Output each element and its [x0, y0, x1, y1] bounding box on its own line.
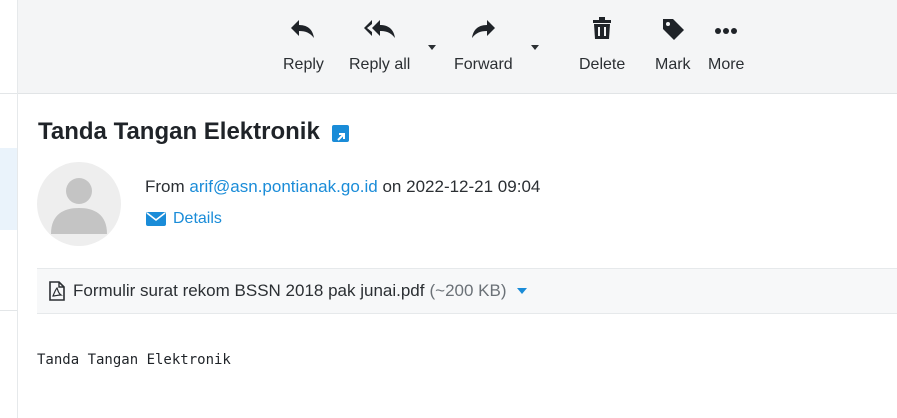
divider	[0, 310, 18, 311]
user-silhouette-icon	[51, 178, 107, 234]
folder-list-edge	[0, 0, 18, 418]
attachment-bar: Formulir surat rekom BSSN 2018 pak junai…	[37, 268, 897, 314]
attachment-filename-link[interactable]: Formulir surat rekom BSSN 2018 pak junai…	[73, 281, 425, 301]
details-toggle[interactable]: Details	[145, 210, 222, 228]
reply-label: Reply	[283, 56, 324, 73]
selected-folder-highlight[interactable]	[0, 148, 18, 230]
subject-text: Tanda Tangan Elektronik	[38, 118, 320, 145]
reply-button[interactable]: Reply	[283, 14, 324, 86]
delete-button[interactable]: Delete	[579, 14, 625, 86]
message-date: 2022-12-21 09:04	[406, 177, 541, 196]
sender-line: From arif@asn.pontianak.go.id on 2022-12…	[145, 177, 540, 197]
message-body: Tanda Tangan Elektronik	[37, 352, 231, 368]
message-toolbar: Reply Reply all Forward Delete Mark More	[18, 0, 897, 94]
forward-label: Forward	[454, 56, 513, 73]
trash-icon	[593, 17, 612, 39]
attachment-menu-chevron-icon[interactable]	[516, 288, 527, 294]
on-label: on	[382, 177, 402, 196]
sender-avatar	[37, 162, 121, 246]
forward-dropdown-icon[interactable]	[531, 45, 539, 50]
more-icon	[715, 28, 738, 34]
forward-button[interactable]: Forward	[454, 14, 513, 86]
from-label: From	[145, 177, 185, 196]
attachment-size: (~200 KB)	[429, 281, 507, 300]
envelope-icon	[146, 212, 166, 226]
reply-all-dropdown-icon[interactable]	[428, 45, 436, 50]
divider	[0, 93, 18, 94]
external-link-icon[interactable]	[331, 124, 349, 142]
more-label: More	[708, 56, 745, 73]
more-button[interactable]: More	[708, 14, 744, 86]
details-label: Details	[173, 210, 222, 227]
tag-icon	[662, 19, 684, 40]
reply-all-button[interactable]: Reply all	[349, 14, 410, 86]
mark-label: Mark	[655, 56, 691, 73]
message-subject: Tanda Tangan Elektronik	[38, 118, 349, 146]
reply-icon	[291, 20, 315, 38]
mark-button[interactable]: Mark	[655, 14, 691, 86]
delete-label: Delete	[579, 56, 626, 73]
reply-all-label: Reply all	[349, 56, 411, 73]
reply-all-icon	[363, 20, 395, 38]
pdf-file-icon	[49, 281, 65, 301]
forward-icon	[472, 20, 496, 38]
sender-email-link[interactable]: arif@asn.pontianak.go.id	[189, 177, 377, 196]
